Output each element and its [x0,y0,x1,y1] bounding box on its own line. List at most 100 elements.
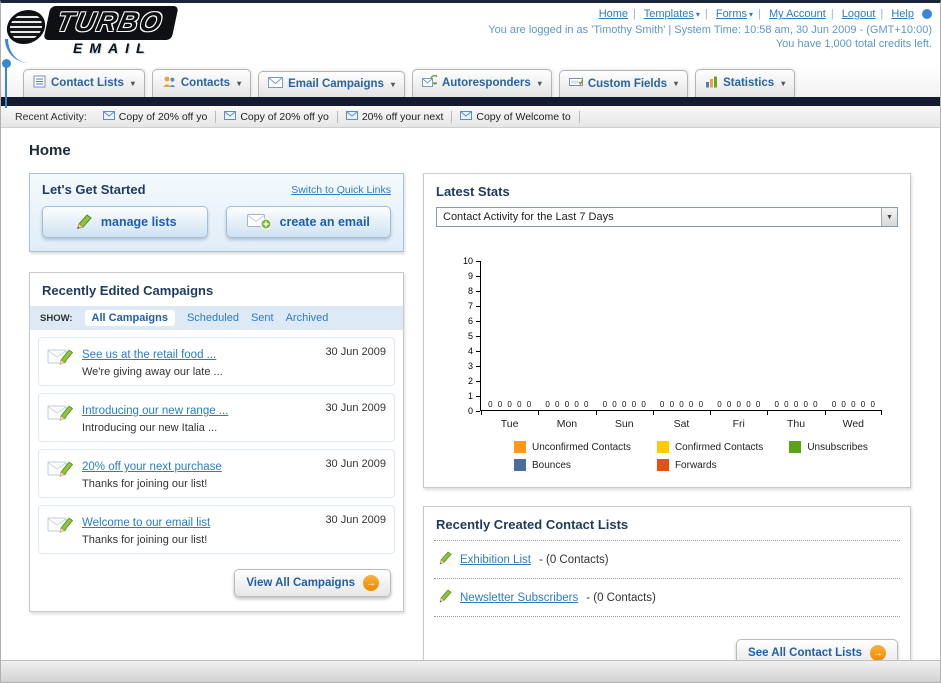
envelope-icon [102,110,115,123]
tab-statistics[interactable]: Statistics ▾ [695,69,796,97]
campaign-filter-bar: SHOW: All Campaigns Scheduled Sent Archi… [30,306,403,330]
arrow-right-icon: → [363,575,379,591]
campaign-title-link[interactable]: Introducing our new range ... [82,405,228,417]
pencil-icon [436,550,452,569]
manage-lists-button[interactable]: manage lists [42,206,208,238]
tab-label: Custom Fields [587,77,668,90]
chevron-down-icon: ▾ [674,79,679,88]
chart-category-group: 0 0 0 0 0 Sat [652,261,710,430]
credits-info: You have 1,000 total credits left. [775,38,932,50]
logo-turbo-label: TURBO [54,7,167,37]
legend-label: Confirmed Contacts [674,441,764,453]
contact-list-link[interactable]: Newsletter Subscribers [460,592,578,604]
contact-list-count: - (0 Contacts) [538,553,609,566]
contacts-icon [162,75,176,91]
link-forms[interactable]: Forms [716,8,747,20]
legend-item: Unsubscribes [789,441,868,453]
x-tick-mark [481,411,482,415]
campaign-edit-icon [47,402,74,428]
chevron-down-icon: ▾ [237,78,242,88]
chevron-down-icon: ▾ [130,78,135,88]
latest-stats-panel: Latest Stats Contact Activity for the La… [423,173,911,488]
recent-activity-item[interactable]: 20% off your next [338,110,453,123]
link-help[interactable]: Help [891,8,914,20]
show-label: SHOW: [40,312,73,324]
x-tick-label: Sun [614,418,634,430]
activity-item-label: Copy of 20% off yo [118,110,208,123]
filter-scheduled[interactable]: Scheduled [187,312,239,324]
chart-category-group: 0 0 0 0 0 Sun [595,261,653,430]
link-templates[interactable]: Templates [644,8,694,20]
campaign-row[interactable]: 20% off your next purchase Thanks for jo… [38,449,395,498]
main-nav: Contact Lists ▾ Contacts ▾ Email Campaig… [1,67,940,97]
contact-list-count: - (0 Contacts) [586,591,656,604]
create-email-button[interactable]: create an email [225,206,391,238]
recent-activity-item[interactable]: Copy of Welcome to [452,110,580,123]
logo-email-label: EMAIL [73,40,152,56]
y-tick-label: 8 [467,286,473,296]
email-campaigns-icon [268,77,284,91]
tab-contact-lists[interactable]: Contact Lists ▾ [23,69,145,97]
campaign-title-link[interactable]: Welcome to our email list [82,517,210,529]
x-tick-label: Fri [732,418,745,430]
campaign-row[interactable]: Welcome to our email list Thanks for joi… [38,505,395,554]
statistics-icon [705,75,718,91]
campaign-subtitle: We're giving away our late ... [82,366,223,378]
legend-label: Bounces [532,459,571,471]
chevron-down-icon: ▾ [749,10,754,19]
link-logout[interactable]: Logout [842,8,876,20]
contact-list-item[interactable]: Newsletter Subscribers - (0 Contacts) [434,579,900,617]
campaign-title-link[interactable]: 20% off your next purchase [82,461,222,473]
tab-email-campaigns[interactable]: Email Campaigns ▾ [258,71,405,97]
chart-plot: 0 0 0 0 0 Tue 0 0 0 0 0 Mon 0 0 0 0 0 Sun 0 0 … [480,261,882,430]
x-tick-mark [538,411,540,415]
recent-activity-item[interactable]: Copy of 20% off yo [216,110,338,123]
campaign-title-link[interactable]: See us at the retail food ... [82,349,216,361]
recent-activity-label: Recent Activity: [15,110,87,123]
stats-period-select[interactable]: Contact Activity for the Last 7 Days ▼ [436,207,898,227]
x-tick-label: Tue [500,418,519,430]
x-tick-mark [595,411,597,415]
campaigns-panel-title: Recently Edited Campaigns [42,283,214,298]
tab-label: Statistics [723,77,775,89]
campaign-edit-icon [47,346,74,372]
tab-custom-fields[interactable]: Custom Fields ▾ [558,70,689,97]
filter-sent[interactable]: Sent [251,312,274,324]
filter-archived[interactable]: Archived [286,312,329,324]
header-right: Home Templates▾ Forms▾ My Account Logout… [488,8,932,50]
filter-all-campaigns[interactable]: All Campaigns [84,310,175,326]
legend-item: Unconfirmed Contacts [514,441,631,453]
legend-label: Forwards [674,459,717,471]
tab-contacts[interactable]: Contacts ▾ [151,69,252,97]
legend-label: Unsubscribes [807,441,868,453]
logo-swoosh-line [5,66,7,108]
link-my-account[interactable]: My Account [769,8,826,20]
view-all-campaigns-label: View All Campaigns [246,577,355,589]
tab-autoresponders[interactable]: Autoresponders ▾ [411,69,552,97]
envelope-icon [224,110,237,123]
campaign-row[interactable]: Introducing our new range ... Introducin… [38,393,395,442]
y-tick-label: 2 [467,376,473,386]
contact-list-item[interactable]: Exhibition List - (0 Contacts) [434,541,900,579]
legend-swatch [789,441,802,453]
recent-campaigns-panel: Recently Edited Campaigns SHOW: All Camp… [29,272,404,612]
y-tick-label: 1 [467,391,473,401]
view-all-campaigns-button[interactable]: View All Campaigns → [234,569,391,597]
contact-list-link[interactable]: Exhibition List [460,554,531,566]
switch-quick-links-link[interactable]: Switch to Quick Links [291,184,391,196]
footer-bar [1,660,940,682]
campaign-row[interactable]: See us at the retail food ... We're givi… [38,337,395,386]
campaign-subtitle: Thanks for joining our list! [82,478,208,490]
create-email-label: create an email [279,215,370,229]
x-tick-label: Mon [556,418,578,430]
link-home[interactable]: Home [599,8,628,20]
campaign-list: See us at the retail food ... We're givi… [30,330,403,554]
app-window: TURBO EMAIL Home Templates▾ Forms▾ My Ac… [0,0,941,683]
x-tick-mark [824,411,826,415]
recent-activity-item[interactable]: Copy of 20% off yo [95,110,217,123]
bar-value-labels: 0 0 0 0 0 [774,400,818,409]
session-info: You are logged in as 'Timothy Smith' | S… [488,24,932,36]
chart-legend: Unconfirmed Contacts Confirmed Contacts Un… [514,441,882,471]
bar-value-labels: 0 0 0 0 0 [717,400,761,409]
envelope-plus-icon [246,212,272,233]
